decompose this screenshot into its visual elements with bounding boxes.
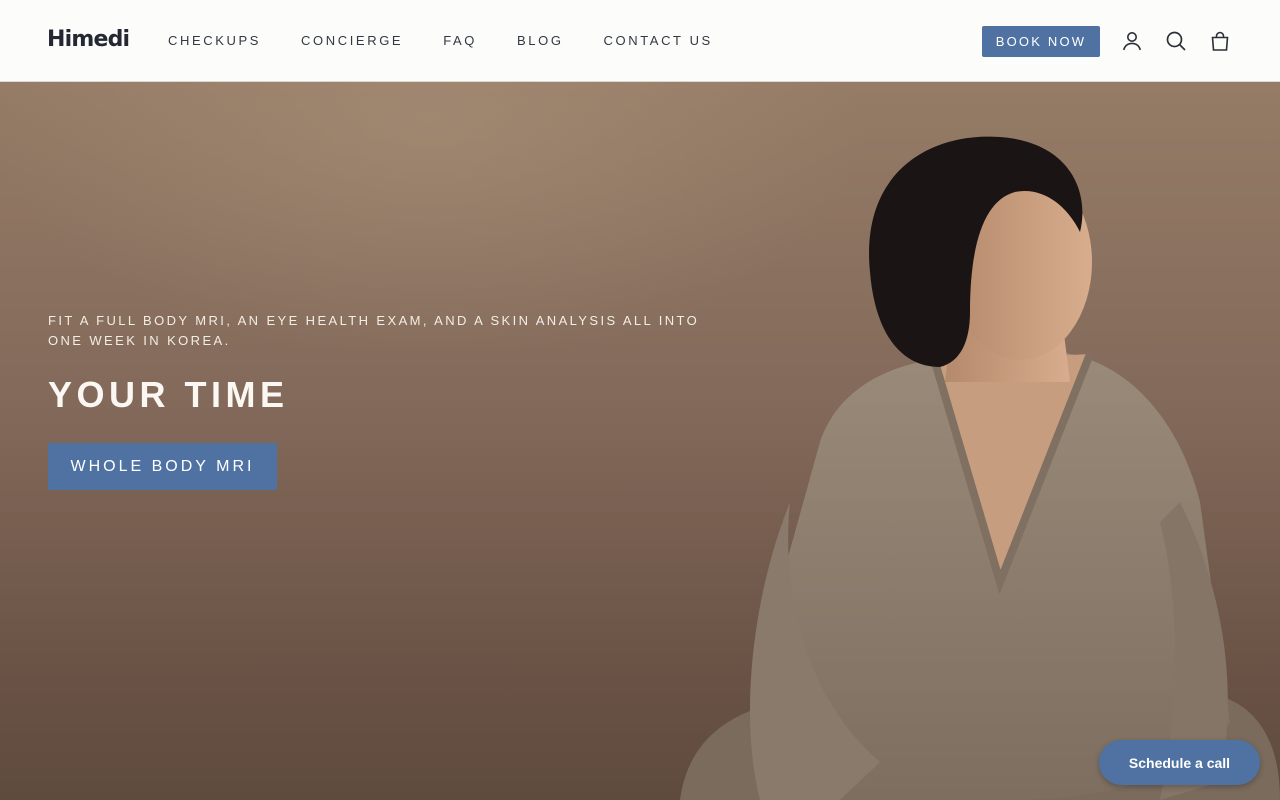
- nav-checkups[interactable]: CHECKUPS: [168, 34, 261, 48]
- hero-section: FIT A FULL BODY MRI, AN EYE HEALTH EXAM,…: [0, 82, 1280, 800]
- whole-body-mri-button[interactable]: WHOLE BODY MRI: [48, 443, 277, 490]
- cart-icon[interactable]: [1208, 29, 1232, 53]
- nav-blog[interactable]: BLOG: [517, 34, 564, 48]
- nav-concierge[interactable]: CONCIERGE: [301, 34, 403, 48]
- hero-title: YOUR TIME: [48, 374, 289, 415]
- site-header: Himedi CHECKUPS CONCIERGE FAQ BLOG CONTA…: [0, 0, 1280, 82]
- nav-contact-us[interactable]: CONTACT US: [604, 34, 713, 48]
- hero-photo: [680, 136, 1280, 800]
- hero-eyebrow: FIT A FULL BODY MRI, AN EYE HEALTH EXAM,…: [48, 313, 700, 348]
- nav-faq[interactable]: FAQ: [443, 34, 477, 48]
- main-nav: CHECKUPS CONCIERGE FAQ BLOG CONTACT US: [168, 34, 753, 48]
- account-icon[interactable]: [1120, 29, 1144, 53]
- book-now-button[interactable]: BOOK NOW: [982, 26, 1100, 57]
- logo[interactable]: Himedi: [47, 27, 130, 52]
- hero-copy: FIT A FULL BODY MRI, AN EYE HEALTH EXAM,…: [48, 311, 728, 415]
- search-icon[interactable]: [1164, 29, 1188, 53]
- schedule-call-button[interactable]: Schedule a call: [1099, 740, 1260, 785]
